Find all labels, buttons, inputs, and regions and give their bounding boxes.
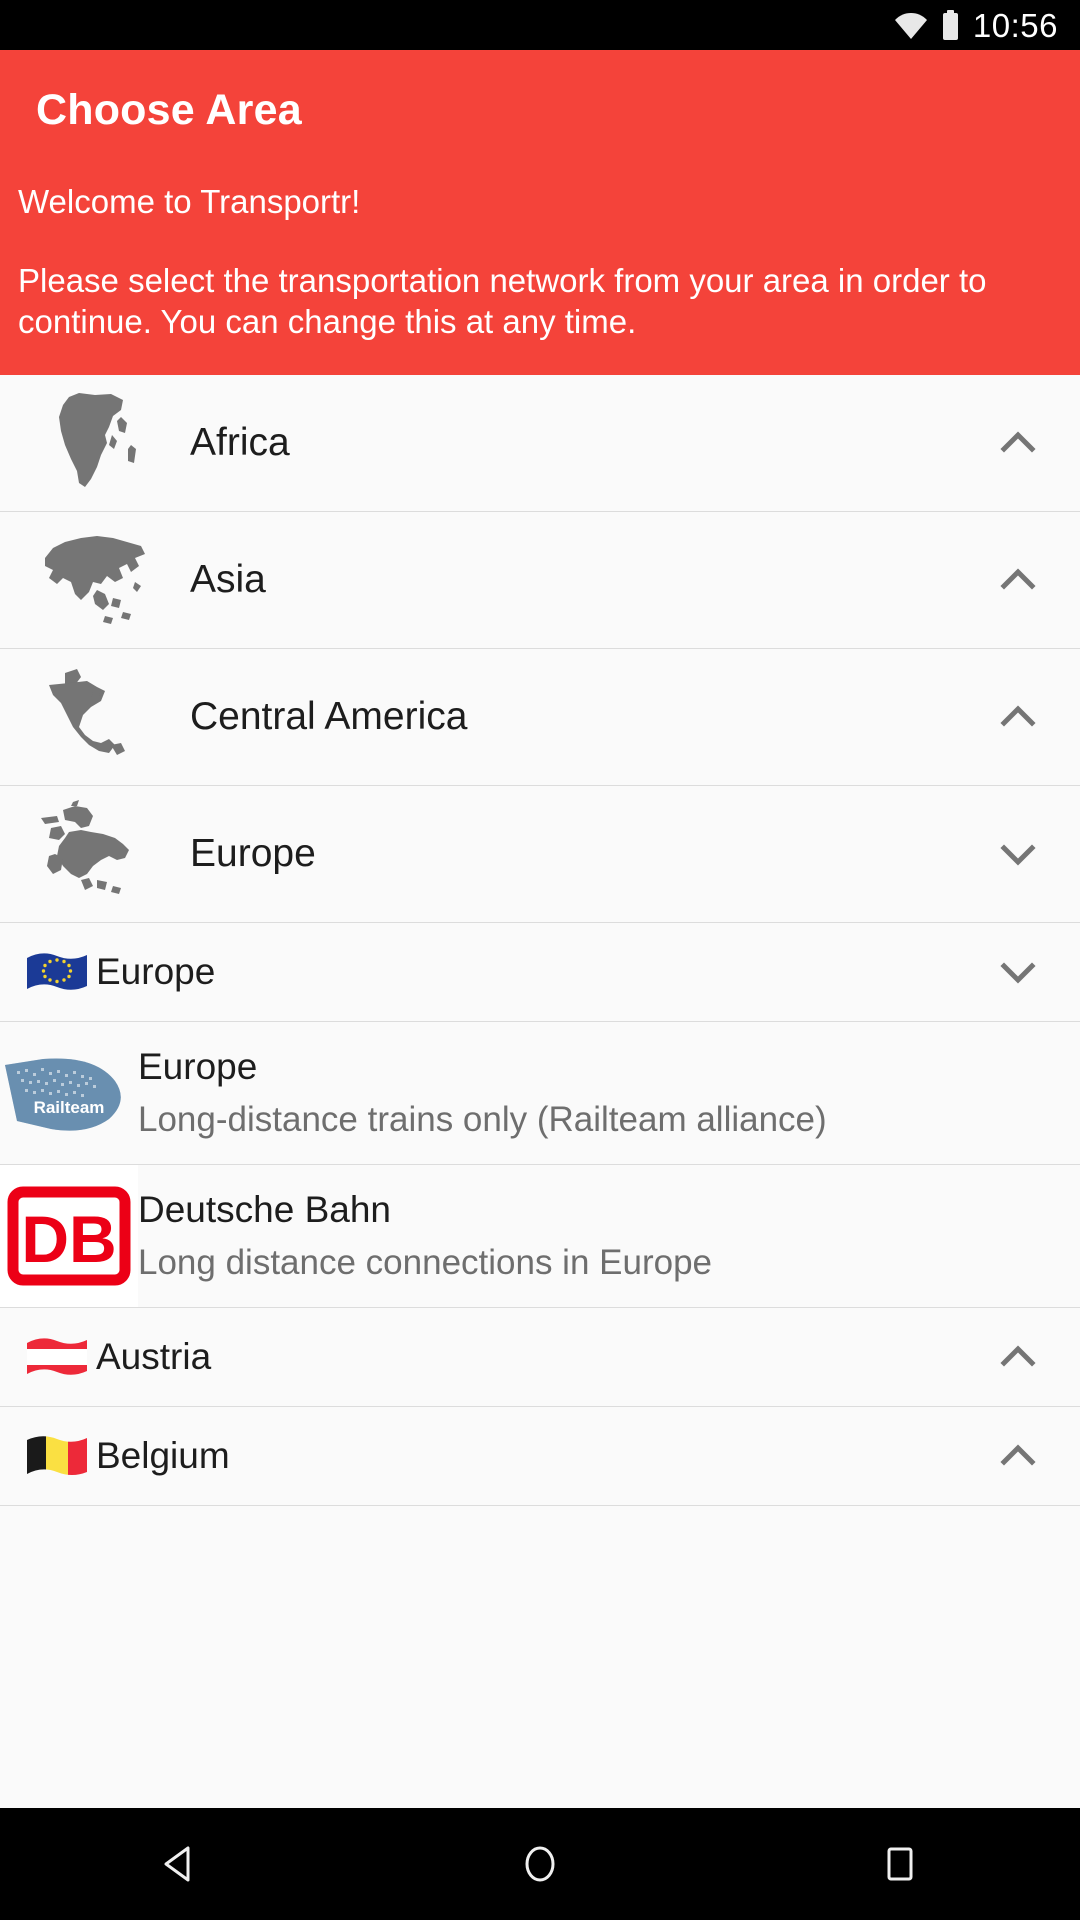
flag-austria-icon	[18, 1333, 96, 1381]
europe-map-icon	[0, 794, 190, 914]
asia-map-icon	[0, 520, 190, 640]
chevron-up-icon[interactable]	[996, 1434, 1040, 1478]
central-america-map-icon	[0, 657, 190, 777]
railteam-logo: Railteam	[0, 1022, 138, 1164]
chevron-down-icon[interactable]	[996, 832, 1040, 876]
page-title: Choose Area	[36, 86, 302, 134]
back-triangle-icon	[164, 1846, 190, 1882]
list-item-label: Africa	[190, 421, 290, 464]
chevron-up-icon[interactable]	[996, 421, 1040, 465]
provider-description: Long distance connections in Europe	[138, 1243, 713, 1282]
list-item-belgium[interactable]: Belgium	[0, 1407, 1080, 1506]
list-item-provider-deutsche-bahn[interactable]: DB Deutsche Bahn Long distance connectio…	[0, 1165, 1080, 1308]
provider-name: Europe	[138, 1046, 258, 1087]
list-item-asia[interactable]: Asia	[0, 512, 1080, 649]
list-item-europe-eu[interactable]: Europe	[0, 923, 1080, 1022]
header-banner: Choose Area Welcome to Transportr! Pleas…	[0, 50, 1080, 375]
back-button[interactable]	[90, 1808, 270, 1920]
recents-button[interactable]	[810, 1808, 990, 1920]
flag-belgium-icon	[18, 1432, 96, 1480]
deutsche-bahn-logo: DB	[0, 1165, 138, 1307]
area-list: Africa Asia Central America Europe Europ…	[0, 375, 1080, 1506]
android-navigation-bar	[0, 1808, 1080, 1920]
chevron-up-icon[interactable]	[996, 1335, 1040, 1379]
list-item-central-america[interactable]: Central America	[0, 649, 1080, 786]
status-bar-clock: 10:56	[972, 6, 1058, 44]
chevron-up-icon[interactable]	[996, 695, 1040, 739]
status-bar: 10:56	[0, 0, 1080, 50]
list-item-label: Austria	[96, 1336, 212, 1377]
welcome-text: Welcome to Transportr!	[18, 183, 361, 220]
africa-map-icon	[0, 383, 190, 503]
provider-name: Deutsche Bahn	[138, 1189, 392, 1230]
recents-square-icon	[887, 1847, 913, 1881]
list-item-label: Belgium	[96, 1435, 230, 1476]
list-item-europe-continent[interactable]: Europe	[0, 786, 1080, 923]
list-item-label: Asia	[190, 558, 266, 601]
flag-european-union-icon	[18, 948, 96, 996]
instructions-text: Please select the transportation network…	[18, 262, 987, 340]
battery-icon	[942, 10, 959, 40]
provider-text: Deutsche Bahn Long distance connections …	[138, 1165, 712, 1307]
chevron-down-icon[interactable]	[996, 950, 1040, 994]
list-item-label: Europe	[190, 832, 316, 875]
wifi-icon	[894, 12, 928, 39]
provider-text: Europe Long-distance trains only (Railte…	[138, 1022, 827, 1164]
provider-description: Long-distance trains only (Railteam alli…	[138, 1100, 827, 1139]
home-button[interactable]	[450, 1808, 630, 1920]
chevron-up-icon[interactable]	[996, 558, 1040, 602]
svg-text:Railteam: Railteam	[34, 1098, 105, 1117]
list-item-provider-railteam[interactable]: Railteam Europe Long-distance trains onl…	[0, 1022, 1080, 1165]
list-item-label: Europe	[96, 951, 216, 992]
home-circle-icon	[525, 1846, 555, 1882]
list-item-label: Central America	[190, 695, 468, 738]
svg-text:DB: DB	[21, 1202, 116, 1276]
phone-screen: 10:56 Choose Area Welcome to Transportr!…	[0, 0, 1080, 1920]
list-item-africa[interactable]: Africa	[0, 375, 1080, 512]
list-item-austria[interactable]: Austria	[0, 1308, 1080, 1407]
